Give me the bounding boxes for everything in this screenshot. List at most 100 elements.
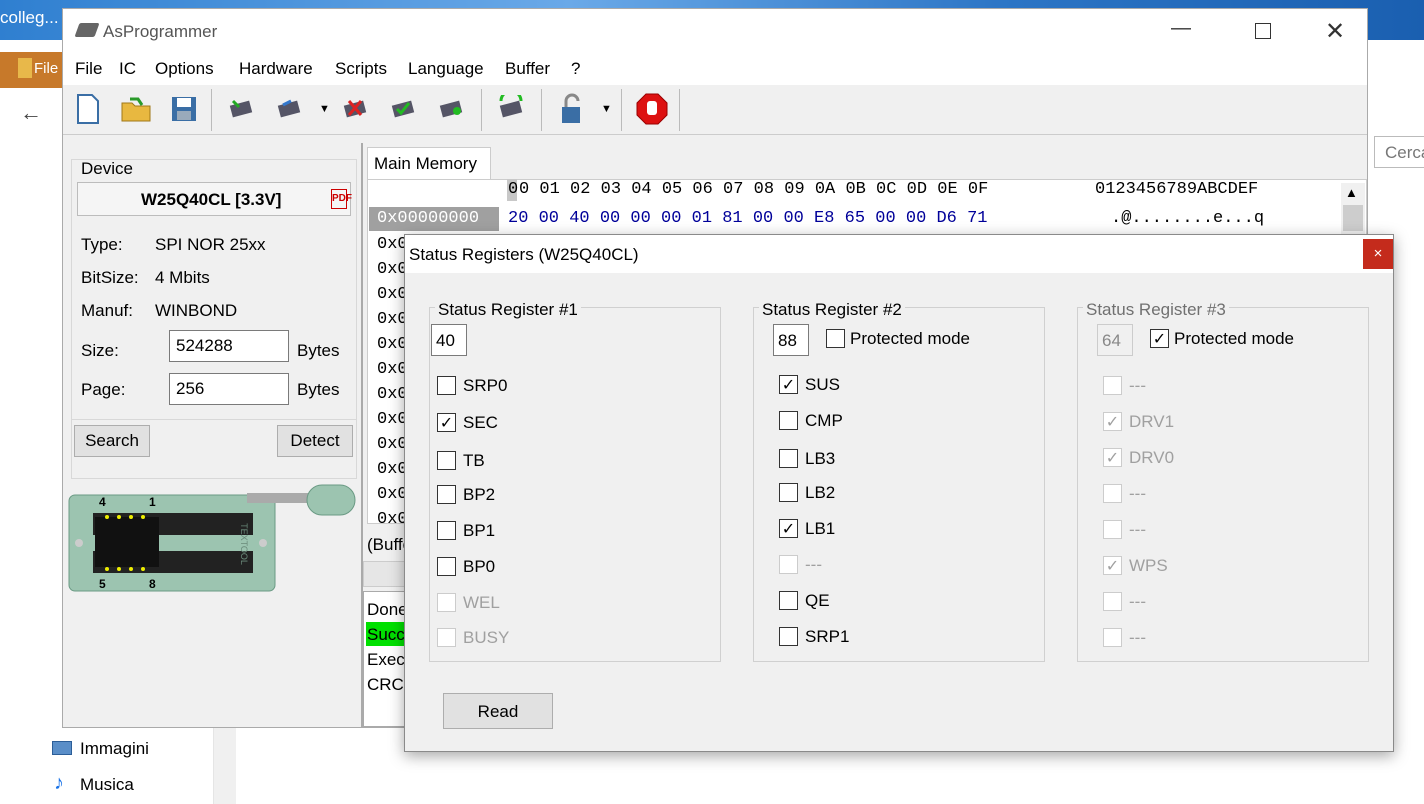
menu-scripts[interactable]: Scripts <box>335 59 387 79</box>
reg3-bit-checkbox- <box>1103 592 1122 611</box>
new-file-icon[interactable] <box>71 92 105 126</box>
type-label: Type: <box>81 235 123 254</box>
reg1-bit-checkbox-srp0[interactable] <box>437 376 456 395</box>
minimize-button[interactable]: — <box>1171 17 1191 40</box>
reg1-bit-checkbox-bp2[interactable] <box>437 485 456 504</box>
auto-chip-icon[interactable] <box>495 92 529 126</box>
menu-options[interactable]: Options <box>155 59 214 79</box>
dropdown-arrow-icon[interactable]: ▼ <box>601 103 612 115</box>
detect-button[interactable]: Detect <box>277 425 353 457</box>
reg3-bit-checkbox-wps: ✓ <box>1103 556 1122 575</box>
reg1-bit-label: BP0 <box>463 557 496 576</box>
status-register-1-value[interactable]: 40 <box>431 324 467 356</box>
read-chip-icon[interactable] <box>225 92 259 126</box>
page-label: Page: <box>81 380 126 399</box>
datasheet-pdf-icon[interactable]: PDF <box>331 189 352 209</box>
status-register-2-value[interactable]: 88 <box>773 324 809 356</box>
menu-hardware[interactable]: Hardware <box>239 59 313 79</box>
search-button[interactable]: Search <box>74 425 150 457</box>
log-line-success: Succe <box>366 622 406 646</box>
device-name: W25Q40CL [3.3V] <box>141 190 282 209</box>
hex-row-0-ascii[interactable]: .@........e...q <box>1111 209 1264 228</box>
reg1-bit-checkbox-tb[interactable] <box>437 451 456 470</box>
status-registers-dialog: Status Registers (W25Q40CL) × Status Reg… <box>404 234 1394 752</box>
hex-address-row-0: 0x00000000 <box>377 209 480 228</box>
page-unit: Bytes <box>297 380 340 399</box>
read-button[interactable]: Read <box>443 693 553 729</box>
bitsize-value: 4 Mbits <box>155 268 210 287</box>
reg3-bit-label: --- <box>1129 520 1146 539</box>
save-icon[interactable] <box>167 92 201 126</box>
scroll-thumb[interactable] <box>1343 205 1363 231</box>
reg2-bit-checkbox-srp1[interactable] <box>779 627 798 646</box>
reg3-bit-checkbox- <box>1103 484 1122 503</box>
reg2-bit-label: SUS <box>805 375 840 394</box>
reg2-bit-checkbox-lb3[interactable] <box>779 449 798 468</box>
manuf-value: WINBOND <box>155 301 238 320</box>
reg1-bit-label: BP1 <box>463 521 496 540</box>
back-arrow-icon[interactable]: ← <box>20 100 42 126</box>
open-folder-icon[interactable] <box>119 92 153 126</box>
checkmark-icon: ✓ <box>781 376 796 394</box>
checkmark-icon: ✓ <box>439 414 454 432</box>
page-field[interactable]: 256 <box>169 373 289 405</box>
reg3-bit-label: --- <box>1129 376 1146 395</box>
status-register-1-title: Status Register #1 <box>435 300 581 320</box>
menu-help[interactable]: ? <box>571 59 580 79</box>
reg2-bit-label: SRP1 <box>805 627 850 646</box>
reg3-bit-label: DRV1 <box>1129 412 1175 431</box>
reg1-bit-checkbox-bp1[interactable] <box>437 521 456 540</box>
blank-check-icon[interactable] <box>435 92 469 126</box>
size-field[interactable]: 524288 <box>169 330 289 362</box>
toolbar-separator <box>481 89 482 131</box>
menu-language[interactable]: Language <box>408 59 484 79</box>
reg1-bit-label: SEC <box>463 413 498 432</box>
menu-file[interactable]: File <box>75 59 102 79</box>
reg3-bit-label: --- <box>1129 628 1146 647</box>
tab-main-memory[interactable]: Main Memory <box>367 147 491 181</box>
verify-chip-icon[interactable] <box>387 92 421 126</box>
checkmark-icon: ✓ <box>1152 330 1167 348</box>
device-group-title: Device <box>81 159 133 178</box>
close-window-button[interactable]: ✕ <box>1325 17 1345 46</box>
textool-socket-image <box>68 484 356 592</box>
maximize-button[interactable] <box>1255 23 1271 39</box>
hex-row-0-bytes[interactable]: 20 00 40 00 00 00 01 81 00 00 E8 65 00 0… <box>508 209 987 228</box>
erase-chip-icon[interactable] <box>339 92 373 126</box>
explorer-file-tab[interactable]: File <box>34 60 58 77</box>
tab-strip <box>363 143 1367 183</box>
nav-item-musica[interactable]: Musica <box>80 775 134 795</box>
reg2-bit-checkbox-lb2[interactable] <box>779 483 798 502</box>
reg1-bit-checkbox-sec[interactable]: ✓ <box>437 413 456 432</box>
reg1-bit-label: BUSY <box>463 628 510 647</box>
reg3-bit-label: --- <box>1129 484 1146 503</box>
reg2-bit-label: LB1 <box>805 519 836 538</box>
nav-item-immagini[interactable]: Immagini <box>80 739 149 759</box>
manuf-label: Manuf: <box>81 301 133 320</box>
size-unit: Bytes <box>297 341 340 360</box>
reg2-protected-mode-checkbox[interactable] <box>826 329 845 348</box>
hex-ascii-header: 0123456789ABCDEF <box>1095 180 1259 199</box>
toolbar-separator <box>211 89 212 131</box>
dropdown-arrow-icon[interactable]: ▼ <box>319 103 330 115</box>
write-chip-icon[interactable] <box>273 92 307 126</box>
reg2-bit-checkbox-sus[interactable]: ✓ <box>779 375 798 394</box>
reg2-bit-checkbox-lb1[interactable]: ✓ <box>779 519 798 538</box>
reg3-bit-checkbox- <box>1103 628 1122 647</box>
menu-ic[interactable]: IC <box>119 59 136 79</box>
reg1-bit-checkbox-bp0[interactable] <box>437 557 456 576</box>
hex-header-first: 0 <box>508 180 519 199</box>
explorer-search-input[interactable]: Cerca <box>1374 136 1424 168</box>
socket-pin1-label: 1 <box>149 495 156 509</box>
stop-icon[interactable] <box>635 92 669 126</box>
scroll-up-icon[interactable]: ▲ <box>1345 185 1358 200</box>
dialog-close-button[interactable]: × <box>1363 239 1393 269</box>
reg3-protected-mode-checkbox[interactable]: ✓ <box>1150 329 1169 348</box>
lock-icon[interactable] <box>555 92 589 126</box>
bitsize-label: BitSize: <box>81 268 139 287</box>
menu-buffer[interactable]: Buffer <box>505 59 550 79</box>
reg1-bit-label: SRP0 <box>463 376 508 395</box>
reg2-bit-checkbox-cmp[interactable] <box>779 411 798 430</box>
reg1-bit-label: TB <box>463 451 485 470</box>
reg2-bit-checkbox-qe[interactable] <box>779 591 798 610</box>
